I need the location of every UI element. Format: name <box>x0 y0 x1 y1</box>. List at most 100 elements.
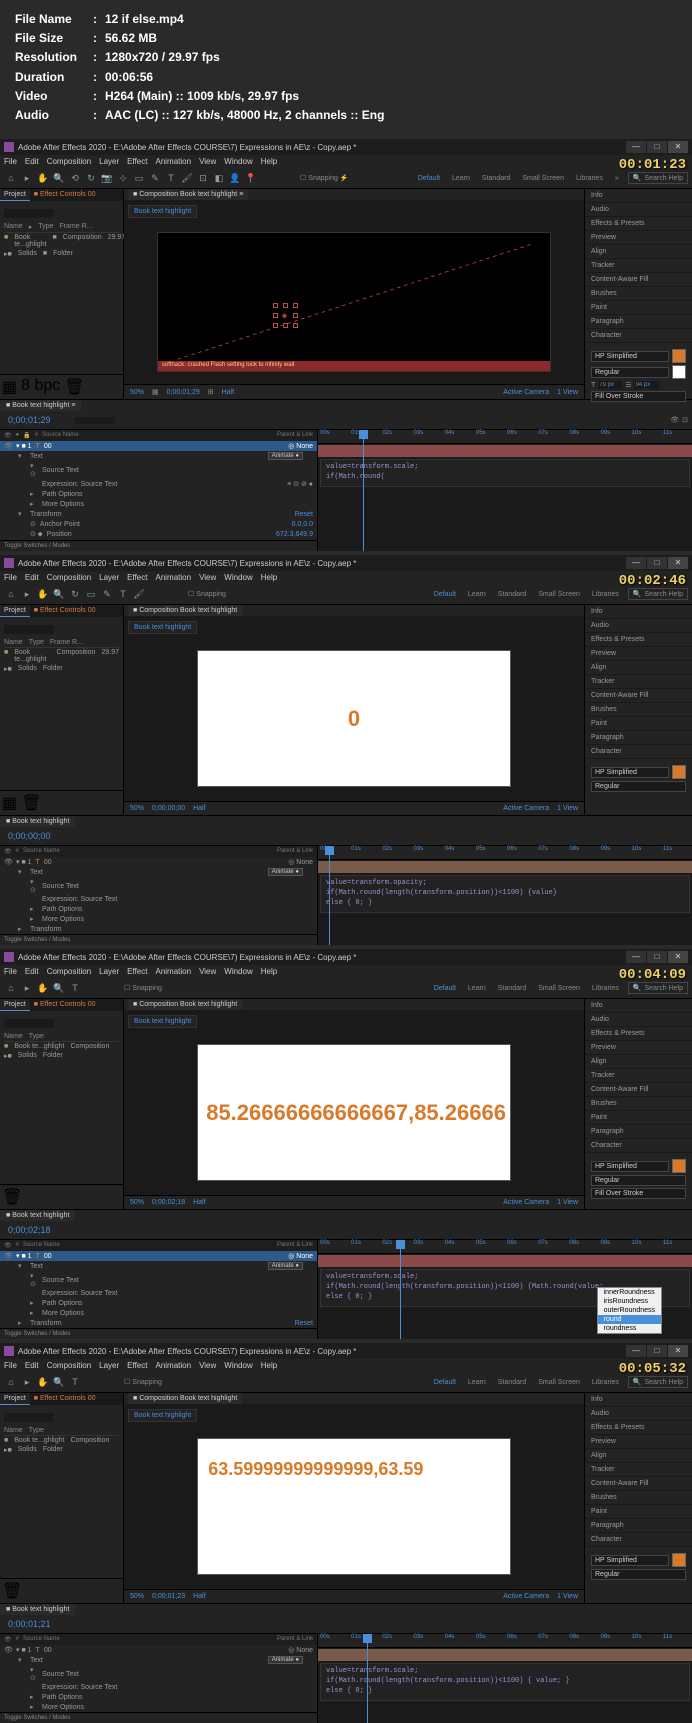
camera-dropdown[interactable]: Active Camera <box>501 804 551 813</box>
font-family-dropdown[interactable]: HP Simplified <box>591 1161 669 1172</box>
content-aware-panel[interactable]: Content-Aware Fill <box>585 1477 692 1491</box>
menu-file[interactable]: File <box>4 967 17 976</box>
timeline-tracks[interactable]: 00s01s02s03s04s05s06s07s08s09s10s11s val… <box>318 1240 692 1339</box>
menu-layer[interactable]: Layer <box>99 1361 119 1370</box>
tracker-panel[interactable]: Tracker <box>585 675 692 689</box>
menu-effect[interactable]: Effect <box>127 157 147 166</box>
viewer-time[interactable]: 0;00;02;18 <box>150 1198 187 1207</box>
character-panel-header[interactable]: Character <box>585 1139 692 1153</box>
menu-view[interactable]: View <box>199 967 216 976</box>
composition-tab[interactable]: ■ Composition Book text highlight <box>128 999 242 1010</box>
transform-property[interactable]: ▾TransformReset <box>0 509 317 519</box>
fill-stroke-dropdown[interactable]: Fill Over Stroke <box>591 1188 686 1199</box>
tracker-panel[interactable]: Tracker <box>585 259 692 273</box>
preview-panel[interactable]: Preview <box>585 647 692 661</box>
maximize-button[interactable]: □ <box>647 141 667 153</box>
resolution-dropdown[interactable]: ▦ <box>150 387 161 397</box>
fill-color-swatch[interactable] <box>672 1553 686 1567</box>
leading-input[interactable] <box>635 381 659 389</box>
pen-tool-icon[interactable]: ✎ <box>148 171 162 185</box>
composition-viewer[interactable]: 63.59999999999999,63.59 <box>124 1424 584 1589</box>
menu-help[interactable]: Help <box>261 1361 277 1370</box>
resolution-half[interactable]: Half <box>191 804 207 813</box>
paint-panel[interactable]: Paint <box>585 1505 692 1519</box>
content-aware-panel[interactable]: Content-Aware Fill <box>585 273 692 287</box>
menu-composition[interactable]: Composition <box>47 1361 91 1370</box>
fill-color-swatch[interactable] <box>672 349 686 363</box>
search-help-input[interactable]: 🔍 Search Help <box>628 982 688 994</box>
views-dropdown[interactable]: 1 View <box>555 804 580 813</box>
menu-animation[interactable]: Animation <box>155 157 191 166</box>
resolution-half[interactable]: Half <box>191 1198 207 1207</box>
menu-edit[interactable]: Edit <box>25 157 39 166</box>
content-aware-panel[interactable]: Content-Aware Fill <box>585 1083 692 1097</box>
menu-layer[interactable]: Layer <box>99 967 119 976</box>
effects-presets-panel[interactable]: Effects & Presets <box>585 633 692 647</box>
toggle-switches[interactable]: Toggle Switches / Modes <box>4 543 70 549</box>
search-help-input[interactable]: 🔍 Search Help <box>628 1376 688 1388</box>
project-item-folder[interactable]: ▸■SolidsFolder <box>4 1445 119 1455</box>
workspace-default[interactable]: Default <box>431 1378 459 1387</box>
expression-editor[interactable]: value=transform.scale; if(Math.round(len… <box>320 1663 690 1700</box>
tracker-panel[interactable]: Tracker <box>585 1069 692 1083</box>
character-panel-header[interactable]: Character <box>585 329 692 343</box>
home-icon[interactable]: ⌂ <box>4 1375 18 1389</box>
more-options-property[interactable]: ▸More Options <box>0 1702 317 1712</box>
menu-animation[interactable]: Animation <box>155 1361 191 1370</box>
autocomplete-item-selected[interactable]: round <box>598 1315 661 1324</box>
maximize-button[interactable]: □ <box>647 557 667 569</box>
selection-handle[interactable] <box>273 303 278 308</box>
playhead[interactable] <box>329 846 330 945</box>
trash-icon[interactable]: 🗑 <box>2 1581 22 1601</box>
menu-window[interactable]: Window <box>224 1361 252 1370</box>
menu-layer[interactable]: Layer <box>99 573 119 582</box>
hand-tool-icon[interactable]: ✋ <box>36 587 50 601</box>
align-panel[interactable]: Align <box>585 1055 692 1069</box>
font-size-input[interactable] <box>598 381 622 389</box>
menu-file[interactable]: File <box>4 1361 17 1370</box>
font-style-dropdown[interactable]: Regular <box>591 1175 686 1186</box>
brush-tool-icon[interactable]: 🖌 <box>180 171 194 185</box>
timeline-tracks[interactable]: 00s01s02s03s04s05s06s07s08s09s10s11s val… <box>318 1634 692 1723</box>
timeline-timecode[interactable]: 0;00;02;18 <box>4 1223 55 1237</box>
expression-property[interactable]: Expression: Source Text <box>0 1683 317 1692</box>
workspace-learn[interactable]: Learn <box>465 1378 489 1387</box>
font-family-dropdown[interactable]: HP Simplified <box>591 1555 669 1566</box>
text-tool-icon[interactable]: T <box>116 587 130 601</box>
character-panel-header[interactable]: Character <box>585 745 692 759</box>
autocomplete-item[interactable]: outerRoundness <box>598 1306 661 1315</box>
text-property[interactable]: ▾TextAnimate ● <box>0 451 317 461</box>
trash-icon[interactable]: 🗑 <box>2 1187 22 1207</box>
timeline-tab[interactable]: ■ Book text highlight <box>0 816 75 827</box>
project-search-input[interactable] <box>4 209 54 218</box>
views-dropdown[interactable]: 1 View <box>555 388 580 397</box>
playhead[interactable] <box>367 1634 368 1723</box>
paragraph-panel[interactable]: Paragraph <box>585 731 692 745</box>
fill-color-swatch[interactable] <box>672 1159 686 1173</box>
paint-panel[interactable]: Paint <box>585 301 692 315</box>
workspace-standard[interactable]: Standard <box>495 1378 529 1387</box>
effects-presets-panel[interactable]: Effects & Presets <box>585 1027 692 1041</box>
source-text-property[interactable]: ▾ ⊙Source Text <box>0 877 317 895</box>
transform-property[interactable]: ▸Transform <box>0 924 317 934</box>
project-item-folder[interactable]: ▸■SolidsFolder <box>4 1051 119 1061</box>
fill-color-swatch[interactable] <box>672 765 686 779</box>
workspace-default[interactable]: Default <box>431 984 459 993</box>
menu-window[interactable]: Window <box>224 967 252 976</box>
path-options-property[interactable]: ▸Path Options <box>0 1298 317 1308</box>
source-text-property[interactable]: ▾ ⊙Source Text <box>0 1665 317 1683</box>
selection-handle[interactable] <box>273 313 278 318</box>
fill-stroke-dropdown[interactable]: Fill Over Stroke <box>591 391 686 402</box>
views-dropdown[interactable]: 1 View <box>555 1592 580 1601</box>
project-item-comp[interactable]: ■Book te...ghlightComposition29.97 <box>4 648 119 664</box>
workspace-learn[interactable]: Learn <box>465 984 489 993</box>
text-tool-icon[interactable]: T <box>68 1375 82 1389</box>
font-style-dropdown[interactable]: Regular <box>591 367 669 378</box>
zoom-dropdown[interactable]: 50% <box>128 804 146 813</box>
close-button[interactable]: ✕ <box>668 1345 688 1357</box>
composition-canvas[interactable]: 85.26666666666667,85.26666 <box>197 1044 511 1182</box>
timeline-tab[interactable]: ■ Book text highlight ≡ <box>0 400 81 411</box>
text-tool-icon[interactable]: T <box>164 171 178 185</box>
effect-controls-tab[interactable]: ■ Effect Controls 00 <box>30 999 100 1011</box>
timeline-tracks[interactable]: 00s01s02s03s04s05s06s07s08s09s10s11s val… <box>318 846 692 945</box>
